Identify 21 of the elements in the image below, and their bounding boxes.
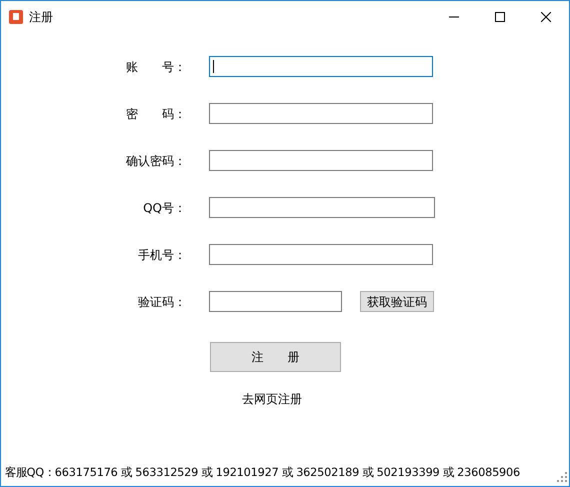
status-text: 客服QQ：663175176 或 563312529 或 192101927 或 362502189 或 502193399 或 236085906 bbox=[5, 465, 520, 482]
input-field[interactable] bbox=[209, 244, 433, 265]
input-field[interactable] bbox=[209, 56, 433, 77]
get-code-button[interactable]: 获取验证码 bbox=[360, 291, 434, 312]
app-icon bbox=[9, 10, 23, 24]
field-label: 密 码： bbox=[125, 106, 186, 122]
input-field[interactable] bbox=[209, 103, 433, 124]
maximize-icon bbox=[495, 12, 505, 22]
input-field[interactable] bbox=[209, 291, 342, 312]
register-button[interactable]: 注 册 bbox=[210, 342, 341, 372]
input-field[interactable] bbox=[209, 150, 433, 171]
input-field[interactable] bbox=[209, 197, 435, 218]
field-label: 验证码： bbox=[137, 294, 186, 310]
resize-grip-icon[interactable] bbox=[557, 472, 567, 482]
field-label: 手机号： bbox=[137, 246, 186, 264]
close-icon bbox=[541, 12, 551, 22]
web-register-link[interactable]: 去网页注册 bbox=[242, 390, 302, 408]
field-label: QQ号： bbox=[142, 200, 186, 216]
window-title: 注册 bbox=[29, 8, 53, 26]
field-label: 账 号： bbox=[125, 58, 186, 76]
field-label: 确认密码： bbox=[125, 152, 186, 170]
